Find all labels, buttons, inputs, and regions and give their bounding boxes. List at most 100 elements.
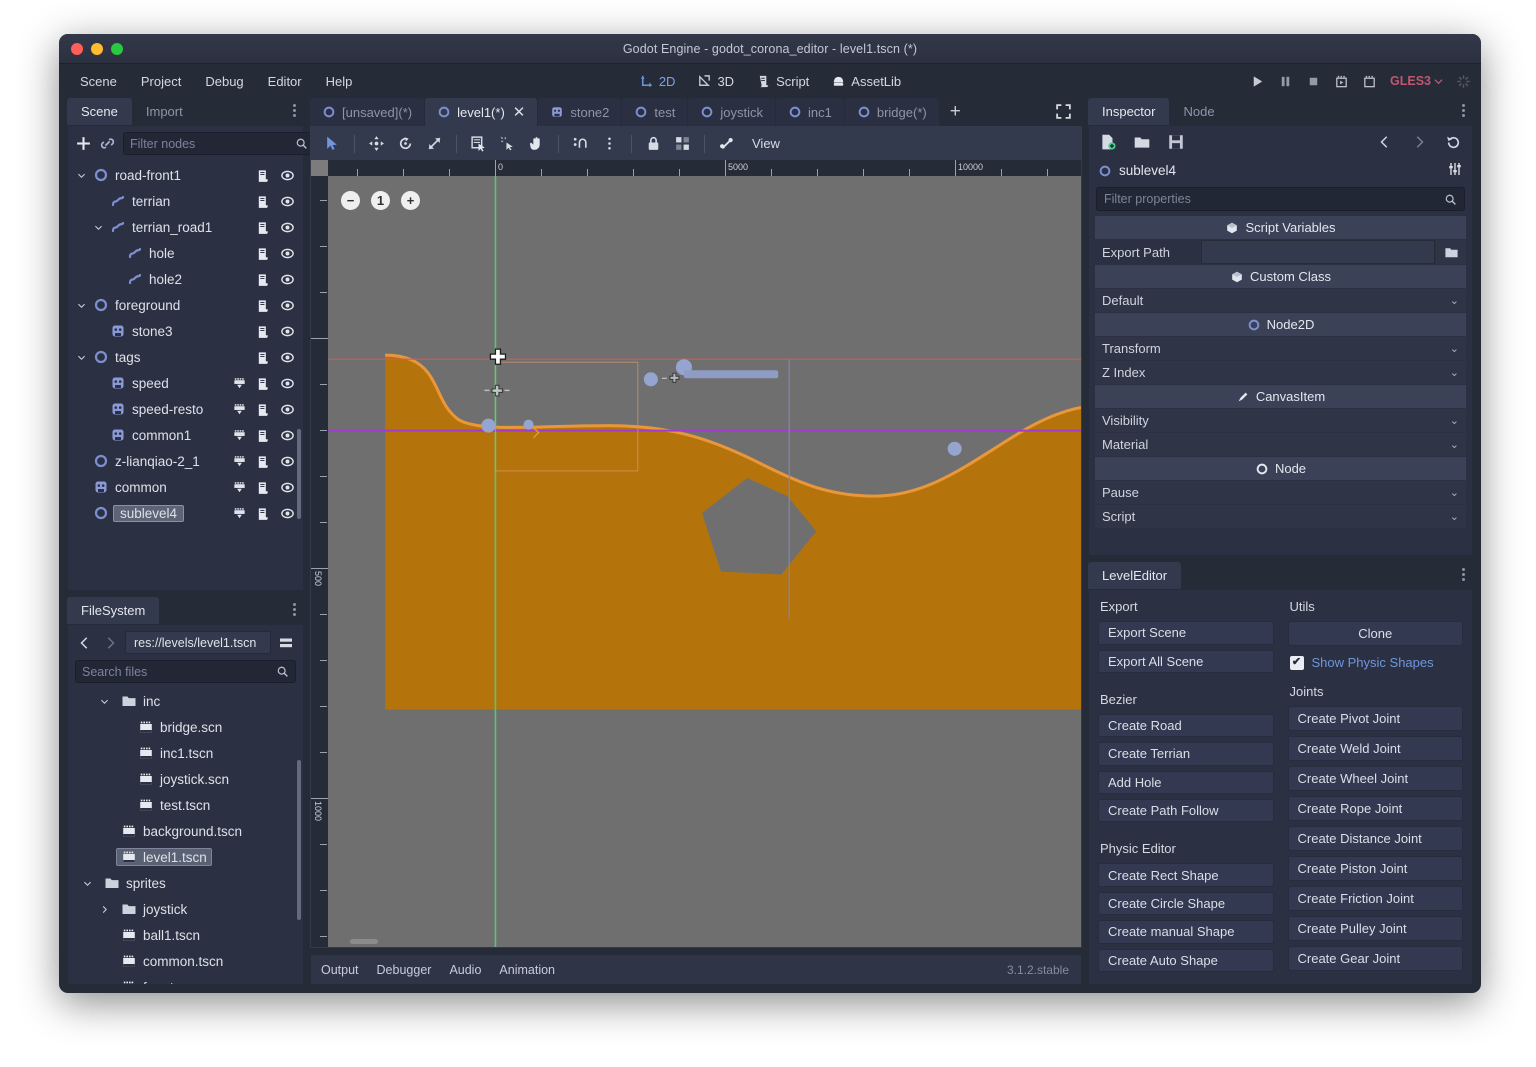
filesystem-item-test-tscn[interactable]: test.tscn xyxy=(68,792,303,818)
visibility-icon[interactable] xyxy=(280,194,295,209)
chevron-right-icon[interactable] xyxy=(99,904,110,915)
chevron-down-icon[interactable]: ⌄ xyxy=(1450,366,1459,379)
filesystem-item-ball1-tscn[interactable]: ball1.tscn xyxy=(68,922,303,948)
animation-player-icon[interactable] xyxy=(232,506,247,521)
inspector-category-node2d[interactable]: Node2D xyxy=(1095,313,1466,336)
level-editor-button-create-pivot-joint[interactable]: Create Pivot Joint xyxy=(1288,706,1464,731)
level-editor-button-create-gear-joint[interactable]: Create Gear Joint xyxy=(1288,946,1464,971)
visibility-icon[interactable] xyxy=(280,506,295,521)
chevron-down-icon[interactable] xyxy=(82,878,93,889)
script-file-icon[interactable] xyxy=(256,272,271,287)
filesystem-item-joystick[interactable]: joystick xyxy=(68,896,303,922)
script-file-icon[interactable] xyxy=(256,168,271,183)
save-resource-button[interactable] xyxy=(1166,132,1186,152)
scene-tab--unsaved-[interactable]: [unsaved](*) xyxy=(310,98,424,126)
level-editor-button-create-path-follow[interactable]: Create Path Follow xyxy=(1098,799,1274,822)
export-path-input[interactable] xyxy=(1201,240,1435,264)
move-mode-button[interactable] xyxy=(363,130,390,157)
level-editor-button-create-circle-shape[interactable]: Create Circle Shape xyxy=(1098,892,1274,915)
visibility-icon[interactable] xyxy=(280,402,295,417)
stop-icon[interactable] xyxy=(1306,74,1321,89)
pan-mode-button[interactable] xyxy=(523,130,550,157)
chevron-down-icon[interactable]: ⌄ xyxy=(1450,438,1459,451)
platform-sprite[interactable] xyxy=(684,370,778,378)
inspector-property-script[interactable]: Script⌄ xyxy=(1095,505,1466,528)
bottom-tab-output[interactable]: Output xyxy=(321,963,359,977)
menu-scene[interactable]: Scene xyxy=(69,70,128,93)
script-file-icon[interactable] xyxy=(256,454,271,469)
mode-button-script[interactable]: Script xyxy=(747,70,818,93)
child-node-gizmo[interactable] xyxy=(484,385,509,396)
filesystem-item-level1-tscn[interactable]: level1.tscn xyxy=(68,844,303,870)
play-custom-scene-icon[interactable] xyxy=(1362,74,1377,89)
filter-nodes-field[interactable] xyxy=(123,132,315,155)
script-file-icon[interactable] xyxy=(256,324,271,339)
fs-back-button[interactable] xyxy=(75,633,95,653)
script-file-icon[interactable] xyxy=(256,194,271,209)
scene-tree[interactable]: road-front1terrianterrian_road1holehole2… xyxy=(68,161,303,590)
inspector-property-pause[interactable]: Pause⌄ xyxy=(1095,481,1466,504)
inspector-category-canvasitem[interactable]: CanvasItem xyxy=(1095,385,1466,408)
chevron-down-icon[interactable] xyxy=(76,170,87,181)
level-editor-menu-button[interactable] xyxy=(1462,568,1465,581)
visibility-icon[interactable] xyxy=(280,298,295,313)
canvas-horizontal-scrollbar[interactable] xyxy=(350,939,378,944)
filesystem-path-field[interactable]: res://levels/level1.tscn xyxy=(125,631,271,654)
level-editor-button-create-pulley-joint[interactable]: Create Pulley Joint xyxy=(1288,916,1464,941)
script-file-icon[interactable] xyxy=(256,220,271,235)
menu-editor[interactable]: Editor xyxy=(257,70,313,93)
scene-node-marker[interactable] xyxy=(948,442,962,456)
window-controls[interactable] xyxy=(71,43,123,55)
scene-tree-item-terrian[interactable]: terrian xyxy=(68,188,303,214)
filter-nodes-input[interactable] xyxy=(130,137,291,151)
bottom-tab-audio[interactable]: Audio xyxy=(449,963,481,977)
chevron-down-icon[interactable]: ⌄ xyxy=(1450,414,1459,427)
inspector-property-material[interactable]: Material⌄ xyxy=(1095,433,1466,456)
inspector-property-list[interactable]: Script VariablesExport PathCustom ClassD… xyxy=(1089,216,1472,555)
maximize-window-button[interactable] xyxy=(111,43,123,55)
inspector-category-custom-class[interactable]: Custom Class xyxy=(1095,265,1466,288)
platform-node-gizmo[interactable] xyxy=(662,373,679,382)
filesystem-item-inc1-tscn[interactable]: inc1.tscn xyxy=(68,740,303,766)
snap-mode-button[interactable] xyxy=(567,130,594,157)
scene-tree-item-common1[interactable]: common1 xyxy=(68,422,303,448)
scene-tree-item-speed-resto[interactable]: speed-resto xyxy=(68,396,303,422)
group-button[interactable] xyxy=(669,130,696,157)
visibility-icon[interactable] xyxy=(280,220,295,235)
tab-scene[interactable]: Scene xyxy=(67,98,132,125)
minimize-window-button[interactable] xyxy=(91,43,103,55)
filesystem-tree[interactable]: incbridge.scninc1.tscnjoystick.scntest.t… xyxy=(68,688,303,984)
scene-tree-item-hole[interactable]: hole xyxy=(68,240,303,266)
scene-node-marker[interactable] xyxy=(524,420,534,430)
inspector-property-z-index[interactable]: Z Index⌄ xyxy=(1095,361,1466,384)
level-editor-button-create-terrian[interactable]: Create Terrian xyxy=(1098,742,1274,765)
inspector-property-transform[interactable]: Transform⌄ xyxy=(1095,337,1466,360)
animation-player-icon[interactable] xyxy=(232,402,247,417)
visibility-icon[interactable] xyxy=(280,246,295,261)
scene-dock-menu-button[interactable] xyxy=(293,104,296,117)
snap-options-button[interactable] xyxy=(596,130,623,157)
level-editor-button-export-all-scene[interactable]: Export All Scene xyxy=(1098,650,1274,673)
inspector-property-visibility[interactable]: Visibility⌄ xyxy=(1095,409,1466,432)
inspector-back-button[interactable] xyxy=(1375,132,1395,152)
menu-help[interactable]: Help xyxy=(315,70,364,93)
renderer-selector[interactable]: GLES3 xyxy=(1390,74,1443,88)
instance-scene-button[interactable] xyxy=(99,134,116,154)
distraction-free-button[interactable] xyxy=(1055,103,1072,125)
tab-level-editor[interactable]: LevelEditor xyxy=(1088,562,1181,589)
script-file-icon[interactable] xyxy=(256,376,271,391)
search-files-input[interactable] xyxy=(82,665,272,679)
level-editor-button-create-rect-shape[interactable]: Create Rect Shape xyxy=(1098,863,1274,886)
animation-player-icon[interactable] xyxy=(232,376,247,391)
scene-tree-item-speed[interactable]: speed xyxy=(68,370,303,396)
scene-tree-item-road-front1[interactable]: road-front1 xyxy=(68,162,303,188)
visibility-icon[interactable] xyxy=(280,324,295,339)
script-file-icon[interactable] xyxy=(256,298,271,313)
scene-node-marker[interactable] xyxy=(644,372,658,386)
filesystem-dock-menu-button[interactable] xyxy=(293,603,296,616)
level-editor-button-create-wheel-joint[interactable]: Create Wheel Joint xyxy=(1288,766,1464,791)
inspector-history-button[interactable] xyxy=(1443,132,1463,152)
scene-tab-test[interactable]: test xyxy=(622,98,687,126)
add-scene-tab-button[interactable]: + xyxy=(940,98,971,126)
open-resource-button[interactable] xyxy=(1132,132,1152,152)
